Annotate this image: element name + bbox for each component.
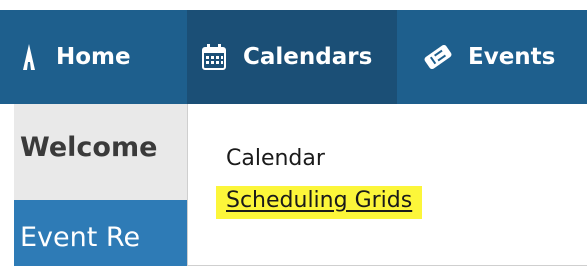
top-strip — [0, 0, 587, 10]
home-icon — [14, 42, 44, 72]
menu-item-calendar[interactable]: Calendar — [226, 146, 325, 171]
nav-home[interactable]: Home — [14, 10, 131, 104]
nav-calendars[interactable]: Calendars — [187, 10, 397, 104]
nav-calendars-label: Calendars — [243, 44, 373, 70]
calendars-dropdown: Calendar Scheduling Grids — [187, 104, 587, 266]
events-icon — [420, 43, 456, 71]
welcome-heading: Welcome — [20, 132, 158, 163]
nav-events-label: Events — [468, 44, 556, 70]
menu-item-scheduling-grids[interactable]: Scheduling Grids — [216, 186, 423, 219]
event-request-label: Event Re — [20, 222, 141, 253]
nav-events[interactable]: Events — [420, 10, 555, 104]
calendar-icon — [199, 43, 229, 71]
nav-home-label: Home — [56, 44, 131, 70]
